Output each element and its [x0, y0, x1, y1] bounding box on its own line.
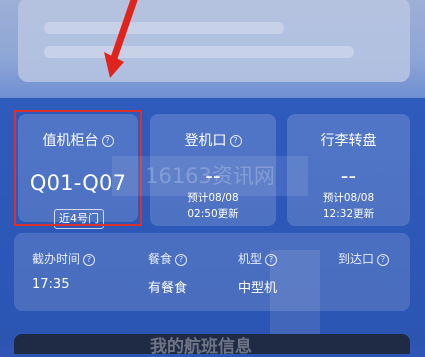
gate-hint-badge: 近4号门 [54, 209, 104, 229]
help-icon[interactable]: ? [229, 135, 242, 147]
blurred-line [44, 46, 354, 58]
deadline-value: 17:35 [32, 277, 70, 292]
flight-details-row: 截办时间? 17:35 餐食? 有餐食 机型? 中型机 到达口? [14, 233, 410, 311]
help-icon[interactable]: ? [175, 253, 188, 266]
arrival-exit-label: 到达口? [338, 250, 390, 267]
boarding-update-time: 02:50更新 [187, 208, 239, 220]
meal-value: 有餐食 [148, 281, 188, 296]
boarding-title: 登机口? [150, 130, 276, 150]
section-title: 我的航班信息 [150, 337, 252, 357]
help-icon[interactable]: ? [377, 253, 390, 266]
deadline-label-text: 截办时间 [32, 252, 81, 266]
meal-label-text: 餐食 [148, 252, 173, 266]
watermark: 16163资讯网 [112, 156, 308, 196]
red-arrow-annotation [104, 0, 138, 78]
meal-label: 餐食? [148, 250, 188, 267]
help-icon[interactable]: ? [101, 135, 114, 147]
checkin-title: 值机柜台? [18, 130, 138, 150]
blurred-card [18, 0, 410, 82]
arrival-exit-label-text: 到达口 [338, 252, 375, 266]
help-icon[interactable]: ? [83, 253, 96, 266]
overlay-blur [270, 250, 320, 340]
baggage-update-time: 12:32更新 [322, 208, 375, 220]
top-blurred-area [0, 0, 425, 98]
baggage-title: 行李转盘 [320, 133, 377, 149]
boarding-title-text: 登机口 [184, 133, 227, 149]
aircraft-type-label-text: 机型 [238, 252, 263, 266]
deadline-label: 截办时间? [32, 250, 96, 267]
checkin-title-text: 值机柜台 [42, 133, 99, 149]
blurred-line [44, 22, 284, 34]
